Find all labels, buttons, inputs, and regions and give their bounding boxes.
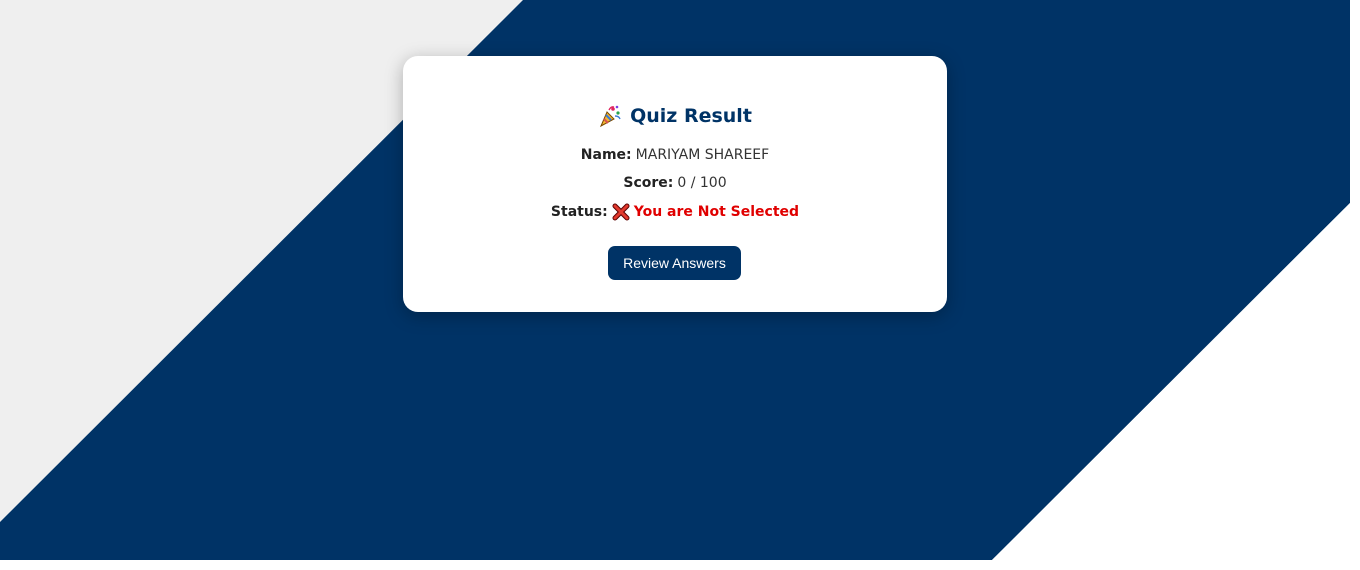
status-row: Status: You are Not Selected xyxy=(403,203,947,221)
name-value: MARIYAM SHAREEF xyxy=(635,147,770,163)
status-value: You are Not Selected xyxy=(633,204,800,220)
party-popper-icon xyxy=(598,104,622,128)
review-answers-button[interactable]: Review Answers xyxy=(608,246,741,280)
result-title: Quiz Result xyxy=(630,105,752,127)
name-row: Name: MARIYAM SHAREEF xyxy=(403,147,947,163)
background-right-gutter xyxy=(1350,0,1360,570)
score-value: 0 / 100 xyxy=(677,175,727,191)
result-title-row: Quiz Result xyxy=(403,104,947,128)
status-label: Status: xyxy=(550,204,608,220)
score-row: Score: 0 / 100 xyxy=(403,175,947,191)
background-bottom-gutter xyxy=(0,560,1360,570)
result-card: Quiz Result Name: MARIYAM SHAREEF Score:… xyxy=(403,56,947,312)
cross-mark-icon xyxy=(612,203,630,221)
name-label: Name: xyxy=(580,147,632,163)
quiz-result-page: Quiz Result Name: MARIYAM SHAREEF Score:… xyxy=(0,0,1360,570)
score-label: Score: xyxy=(623,175,674,191)
